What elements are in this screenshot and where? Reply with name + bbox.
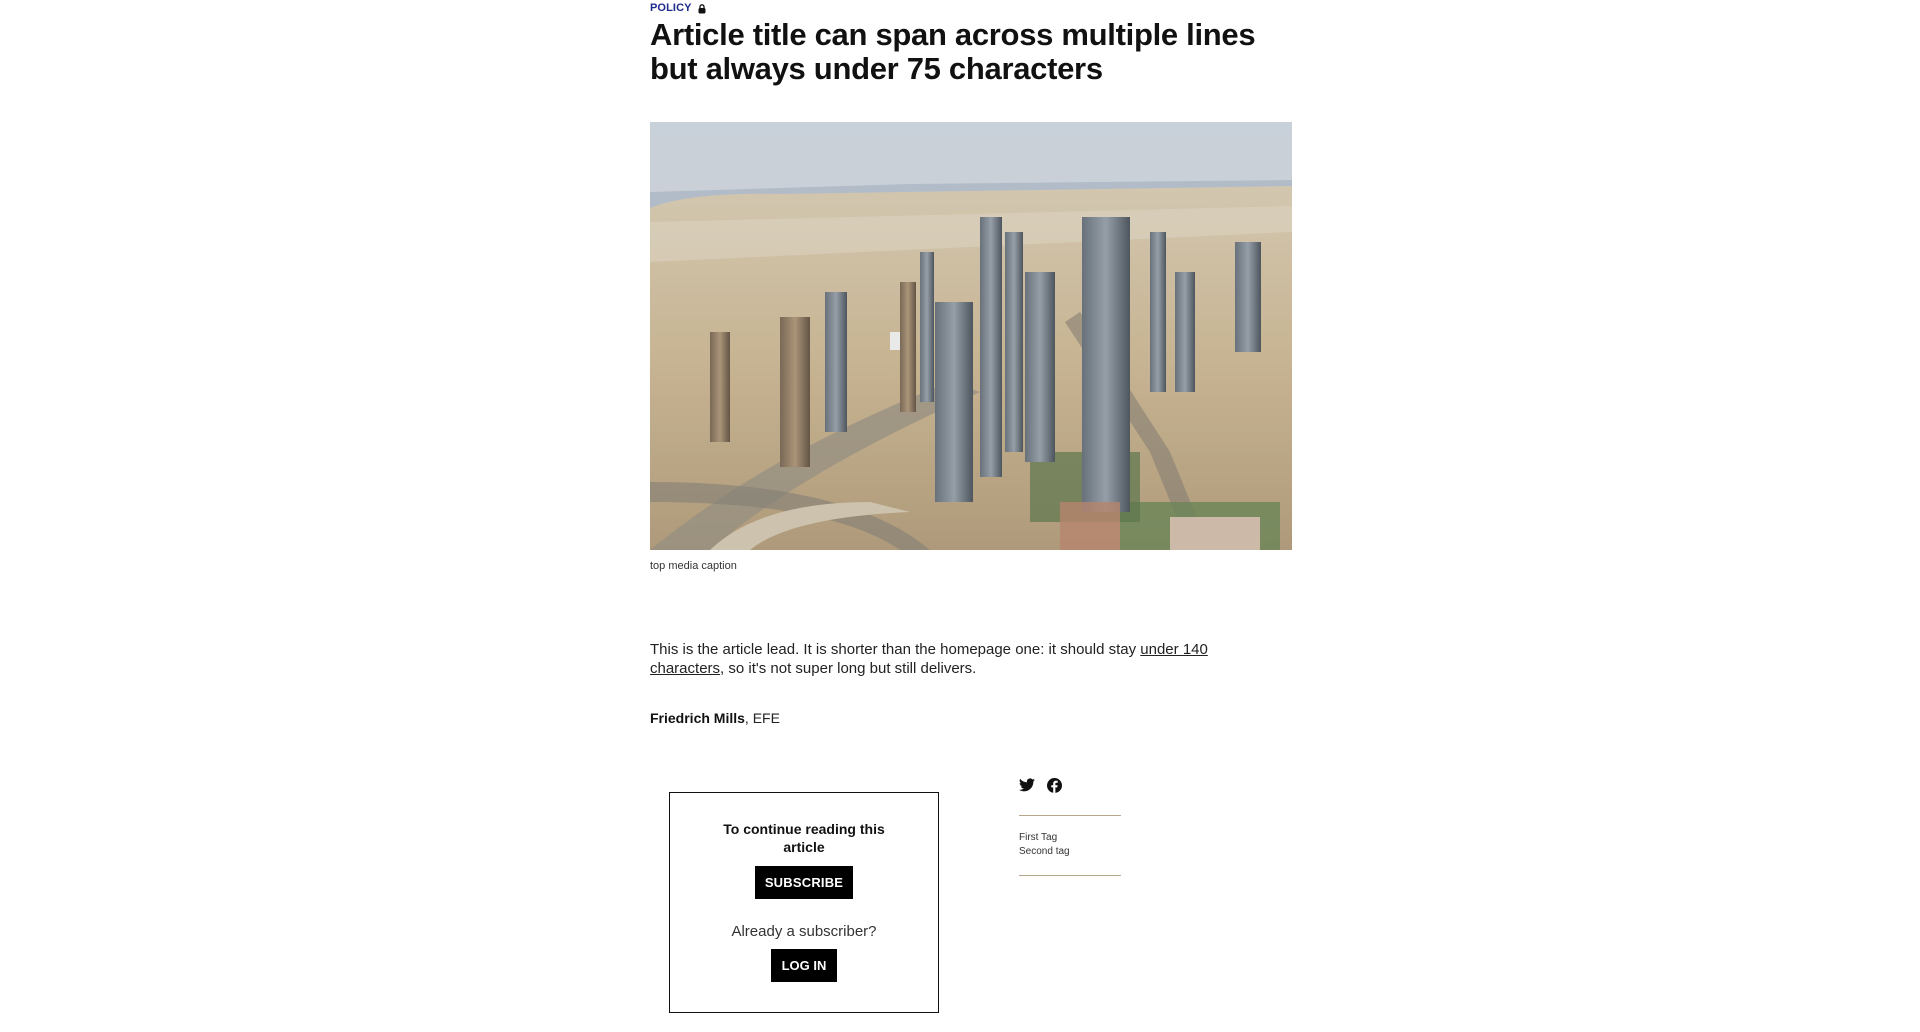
lock-icon xyxy=(698,1,706,14)
twitter-icon[interactable] xyxy=(1019,778,1035,792)
subscribe-button[interactable]: SUBSCRIBE xyxy=(754,866,854,899)
section-label[interactable]: POLICY xyxy=(650,2,692,14)
top-media-image xyxy=(650,122,1292,550)
media-caption: top media caption xyxy=(650,560,737,572)
facebook-icon[interactable] xyxy=(1047,777,1062,793)
share-row xyxy=(1019,775,1121,795)
agency-name: , EFE xyxy=(744,710,780,726)
lead-text-start: This is the article lead. It is shorter … xyxy=(650,641,1141,658)
tag-link[interactable]: First Tag xyxy=(1019,831,1121,845)
article: POLICY Article title can span across mul… xyxy=(650,0,1292,726)
article-aside: First Tag Second tag xyxy=(1019,775,1121,876)
already-subscriber-text: Already a subscriber? xyxy=(731,923,877,940)
paywall-heading: To continue reading this article xyxy=(723,821,885,855)
login-button[interactable]: LOG IN xyxy=(770,949,838,982)
article-lead: This is the article lead. It is shorter … xyxy=(650,640,1250,678)
paywall-box: To continue reading this article SUBSCRI… xyxy=(669,792,939,1013)
lead-text-end: , so it's not super long but still deliv… xyxy=(720,660,977,677)
byline: Friedrich Mills, EFE xyxy=(650,710,1292,726)
tag-link[interactable]: Second tag xyxy=(1019,845,1121,859)
section-row: POLICY xyxy=(650,0,1292,16)
tag-list: First Tag Second tag xyxy=(1019,815,1121,876)
author-name[interactable]: Friedrich Mills xyxy=(650,710,745,726)
article-title: Article title can span across multiple l… xyxy=(650,17,1256,86)
